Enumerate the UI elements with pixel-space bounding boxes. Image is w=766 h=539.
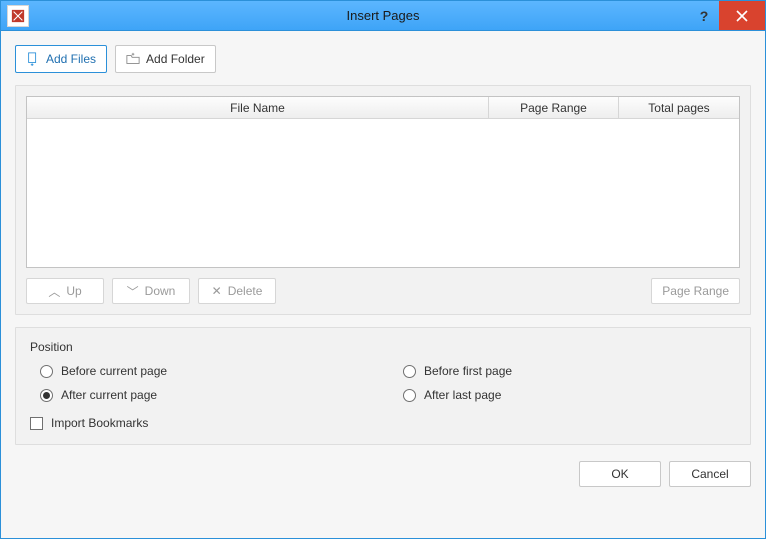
import-bookmarks-checkbox[interactable]: Import Bookmarks — [30, 416, 736, 430]
radio-before-current[interactable]: Before current page — [40, 364, 373, 378]
up-label: Up — [66, 284, 81, 298]
close-button[interactable] — [719, 1, 765, 30]
radio-icon — [40, 365, 53, 378]
chevron-down-icon: ﹀ — [127, 283, 139, 300]
delete-button[interactable]: ✕ Delete — [198, 278, 276, 304]
col-page-range[interactable]: Page Range — [489, 97, 619, 118]
folder-plus-icon — [126, 52, 140, 66]
radio-label: Before current page — [61, 364, 167, 378]
page-range-button[interactable]: Page Range — [651, 278, 740, 304]
radio-after-current[interactable]: After current page — [40, 388, 373, 402]
table-body[interactable] — [27, 119, 739, 267]
import-bookmarks-row: Import Bookmarks — [30, 416, 736, 430]
down-label: Down — [145, 284, 176, 298]
app-icon — [7, 5, 29, 27]
page-range-label: Page Range — [662, 284, 729, 298]
radio-icon — [403, 365, 416, 378]
file-table: File Name Page Range Total pages — [26, 96, 740, 268]
cancel-button[interactable]: Cancel — [669, 461, 751, 487]
delete-label: Delete — [228, 284, 263, 298]
close-icon — [736, 10, 748, 22]
file-actions: ︿ Up ﹀ Down ✕ Delete Page Range — [26, 278, 740, 304]
position-options: Before current page Before first page Af… — [40, 364, 736, 402]
radio-before-first[interactable]: Before first page — [403, 364, 736, 378]
add-files-button[interactable]: Add Files — [15, 45, 107, 73]
radio-after-last[interactable]: After last page — [403, 388, 736, 402]
add-files-label: Add Files — [46, 52, 96, 66]
cancel-label: Cancel — [691, 467, 728, 481]
radio-icon — [40, 389, 53, 402]
spacer — [284, 278, 643, 304]
radio-label: After last page — [424, 388, 501, 402]
dialog-window: Insert Pages ? Add Files Add Folder File… — [0, 0, 766, 539]
file-plus-icon — [26, 52, 40, 66]
col-total-pages[interactable]: Total pages — [619, 97, 739, 118]
help-button[interactable]: ? — [689, 1, 719, 30]
titlebar: Insert Pages ? — [1, 1, 765, 31]
window-controls: ? — [689, 1, 765, 30]
top-toolbar: Add Files Add Folder — [15, 45, 751, 73]
move-down-button[interactable]: ﹀ Down — [112, 278, 190, 304]
move-up-button[interactable]: ︿ Up — [26, 278, 104, 304]
ok-button[interactable]: OK — [579, 461, 661, 487]
window-title: Insert Pages — [1, 8, 765, 23]
position-legend: Position — [30, 340, 736, 354]
ok-label: OK — [611, 467, 628, 481]
file-list-panel: File Name Page Range Total pages ︿ Up ﹀ … — [15, 85, 751, 315]
checkbox-icon — [30, 417, 43, 430]
col-filename[interactable]: File Name — [27, 97, 489, 118]
dialog-footer: OK Cancel — [15, 457, 751, 487]
radio-label: After current page — [61, 388, 157, 402]
radio-icon — [403, 389, 416, 402]
add-folder-button[interactable]: Add Folder — [115, 45, 216, 73]
dialog-body: Add Files Add Folder File Name Page Rang… — [1, 31, 765, 538]
position-panel: Position Before current page Before firs… — [15, 327, 751, 445]
table-header: File Name Page Range Total pages — [27, 97, 739, 119]
import-bookmarks-label: Import Bookmarks — [51, 416, 148, 430]
radio-label: Before first page — [424, 364, 512, 378]
delete-icon: ✕ — [212, 284, 222, 298]
chevron-up-icon: ︿ — [48, 283, 60, 300]
add-folder-label: Add Folder — [146, 52, 205, 66]
